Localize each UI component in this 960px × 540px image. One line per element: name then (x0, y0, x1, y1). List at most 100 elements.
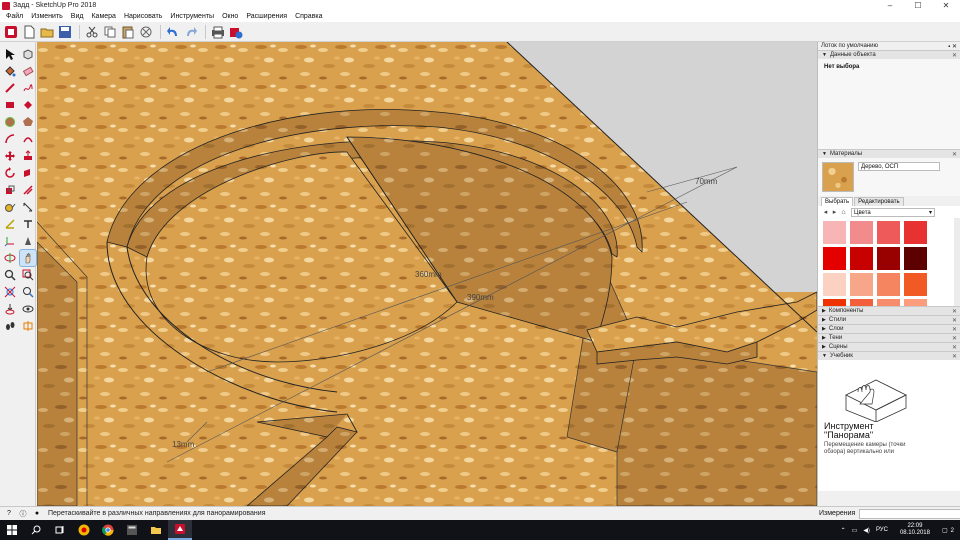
color-swatch[interactable] (877, 273, 900, 296)
menu-file[interactable]: Файл (2, 13, 27, 20)
measurements-input[interactable] (859, 508, 960, 519)
undo-icon[interactable] (165, 24, 180, 39)
dimension-icon[interactable] (20, 199, 36, 215)
color-swatch[interactable] (877, 299, 900, 306)
tab-edit[interactable]: Редактировать (854, 197, 904, 206)
help-icon[interactable]: ? (4, 509, 14, 519)
position-camera-icon[interactable] (2, 301, 18, 317)
color-swatch[interactable] (850, 247, 873, 270)
print-icon[interactable] (210, 24, 225, 39)
network-icon[interactable]: ▭ (852, 527, 858, 534)
color-swatch[interactable] (823, 247, 846, 270)
menu-tools[interactable]: Инструменты (166, 13, 218, 20)
color-swatch[interactable] (850, 299, 873, 306)
menu-help[interactable]: Справка (291, 13, 326, 20)
save-icon[interactable] (57, 24, 72, 39)
menu-window[interactable]: Окно (218, 13, 242, 20)
shadows-header[interactable]: ▶ Тени ✕ (818, 333, 960, 342)
color-swatch[interactable] (850, 221, 873, 244)
app-sketchup-icon[interactable] (168, 520, 192, 540)
getting-started-icon[interactable] (3, 24, 18, 39)
swatch-scrollbar[interactable] (954, 218, 960, 306)
styles-header[interactable]: ▶ Стили ✕ (818, 315, 960, 324)
notifications-icon[interactable]: ▢ 2 (942, 527, 957, 534)
minimize-button[interactable]: – (876, 0, 904, 11)
zoom-icon[interactable] (2, 267, 18, 283)
scenes-header[interactable]: ▶ Сцены ✕ (818, 342, 960, 351)
orbit-icon[interactable] (2, 250, 18, 266)
tray-controls[interactable]: ▪ ✕ (948, 43, 957, 50)
tape-measure-icon[interactable] (2, 199, 18, 215)
walk-icon[interactable] (2, 318, 18, 334)
zoom-extents-icon[interactable] (2, 284, 18, 300)
offset-icon[interactable] (20, 182, 36, 198)
panel-close-icon[interactable]: ✕ (952, 353, 957, 360)
geo-location-icon[interactable]: ⓘ (18, 509, 28, 519)
menu-extensions[interactable]: Расширения (242, 13, 291, 20)
color-swatch[interactable] (823, 299, 846, 306)
text-icon[interactable] (20, 216, 36, 232)
panel-close-icon[interactable]: ✕ (952, 151, 957, 158)
open-folder-icon[interactable] (39, 24, 54, 39)
tab-select[interactable]: Выбрать (821, 197, 854, 206)
color-swatch[interactable] (904, 221, 927, 244)
rotate-icon[interactable] (2, 165, 18, 181)
select-arrow-icon[interactable] (2, 46, 18, 62)
new-file-icon[interactable] (21, 24, 36, 39)
clock[interactable]: 22:09 08.10.2018 (897, 523, 933, 537)
paint-bucket-icon[interactable] (2, 63, 18, 79)
instructor-header[interactable]: ▼ Учебник ✕ (818, 351, 960, 360)
file-explorer-icon[interactable] (144, 520, 168, 540)
line-pencil-icon[interactable] (2, 80, 18, 96)
color-swatch[interactable] (904, 273, 927, 296)
search-icon[interactable] (24, 520, 48, 540)
maximize-button[interactable]: ☐ (904, 0, 932, 11)
components-header[interactable]: ▶ Компоненты ✕ (818, 306, 960, 315)
axes-icon[interactable] (2, 233, 18, 249)
model-info-icon[interactable] (228, 24, 243, 39)
component-icon[interactable] (20, 46, 36, 62)
language-indicator[interactable]: РУС (876, 527, 888, 533)
color-swatch[interactable] (904, 247, 927, 270)
color-swatch[interactable] (850, 273, 873, 296)
app-sketchup-color-icon[interactable] (72, 520, 96, 540)
credits-icon[interactable]: ● (32, 509, 42, 519)
follow-me-icon[interactable] (20, 165, 36, 181)
menu-draw[interactable]: Нарисовать (120, 13, 166, 20)
copy-icon[interactable] (102, 24, 117, 39)
entity-info-header[interactable]: ▼ Данные объекта ✕ (818, 50, 960, 59)
paste-icon[interactable] (120, 24, 135, 39)
home-icon[interactable]: ⌂ (839, 208, 848, 217)
look-around-icon[interactable] (20, 301, 36, 317)
materials-header[interactable]: ▼ Материалы ✕ (818, 149, 960, 158)
show-hidden-icon[interactable]: ⌃ (841, 527, 846, 534)
color-swatch[interactable] (877, 221, 900, 244)
arc-icon[interactable] (2, 131, 18, 147)
volume-icon[interactable]: ◀) (863, 527, 870, 534)
rotated-rectangle-icon[interactable] (20, 97, 36, 113)
menu-camera[interactable]: Камера (87, 13, 119, 20)
color-swatch[interactable] (877, 247, 900, 270)
eraser-icon[interactable] (20, 63, 36, 79)
menu-edit[interactable]: Изменить (27, 13, 67, 20)
previous-view-icon[interactable] (20, 284, 36, 300)
protractor-icon[interactable] (2, 216, 18, 232)
windows-start-icon[interactable] (0, 520, 24, 540)
chrome-icon[interactable] (96, 520, 120, 540)
calculator-icon[interactable] (120, 520, 144, 540)
pan-hand-icon[interactable] (19, 249, 37, 267)
color-swatch[interactable] (823, 221, 846, 244)
push-pull-icon[interactable] (20, 148, 36, 164)
cut-icon[interactable] (84, 24, 99, 39)
layers-header[interactable]: ▶ Слои ✕ (818, 324, 960, 333)
forward-arrow-icon[interactable]: ▸ (830, 208, 839, 217)
close-button[interactable]: ✕ (932, 0, 960, 11)
move-icon[interactable] (2, 148, 18, 164)
color-swatch[interactable] (904, 299, 927, 306)
redo-icon[interactable] (183, 24, 198, 39)
freehand-icon[interactable] (20, 80, 36, 96)
panel-close-icon[interactable]: ✕ (952, 52, 957, 59)
model-viewport[interactable]: 70mm 360mm 390mm 13mm (37, 42, 817, 506)
section-plane-icon[interactable] (20, 318, 36, 334)
material-name-field[interactable]: Дерево, ОСП (858, 162, 940, 171)
